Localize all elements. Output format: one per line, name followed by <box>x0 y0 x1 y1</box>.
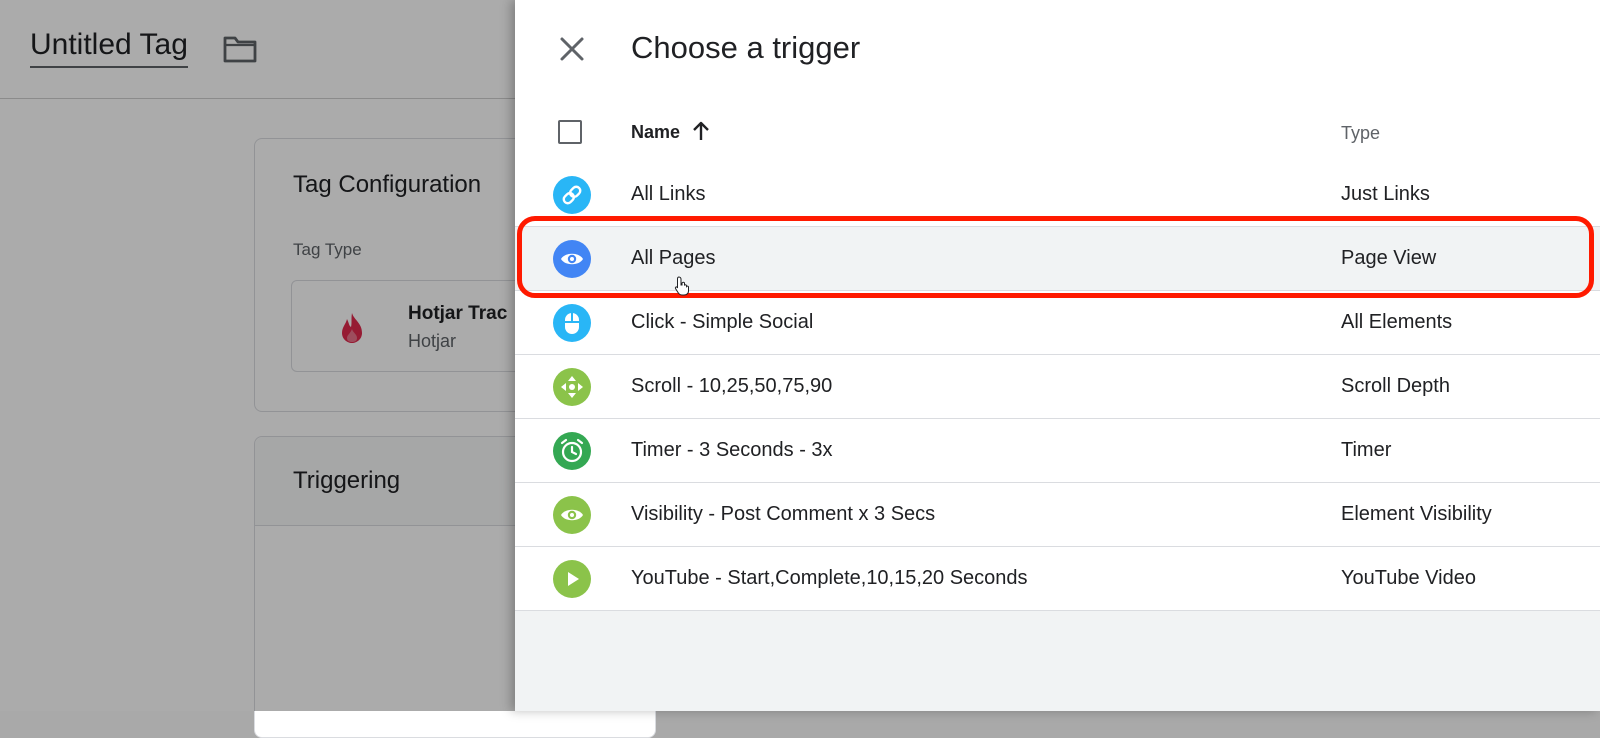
alarm-clock-icon <box>553 432 591 470</box>
move-arrows-icon <box>553 368 591 406</box>
trigger-row-timer[interactable]: Timer - 3 Seconds - 3x Timer <box>515 419 1600 483</box>
trigger-name: Scroll - 10,25,50,75,90 <box>631 375 833 397</box>
select-all-checkbox[interactable] <box>558 120 582 144</box>
eye-icon <box>553 240 591 278</box>
trigger-type: Just Links <box>1341 183 1430 205</box>
panel-title: Choose a trigger <box>631 30 861 65</box>
close-icon[interactable] <box>554 31 590 67</box>
play-icon <box>553 560 591 598</box>
panel-header: Choose a trigger <box>515 0 1600 102</box>
link-icon <box>553 176 591 214</box>
trigger-name: YouTube - Start,Complete,10,15,20 Second… <box>631 567 1028 589</box>
table-header: Name Type <box>515 102 1600 164</box>
trigger-name: Click - Simple Social <box>631 311 814 333</box>
trigger-type: All Elements <box>1341 311 1453 333</box>
trigger-name: Timer - 3 Seconds - 3x <box>631 439 833 461</box>
eye-icon <box>553 496 591 534</box>
trigger-row-visibility[interactable]: Visibility - Post Comment x 3 Secs Eleme… <box>515 483 1600 547</box>
trigger-list: All Links Just Links All Pages Page View <box>515 163 1600 611</box>
trigger-row-youtube[interactable]: YouTube - Start,Complete,10,15,20 Second… <box>515 547 1600 611</box>
hand-cursor-icon <box>674 276 689 296</box>
trigger-type: YouTube Video <box>1341 567 1476 589</box>
trigger-name: All Pages <box>631 247 716 269</box>
trigger-row-all-links[interactable]: All Links Just Links <box>515 163 1600 227</box>
trigger-type: Scroll Depth <box>1341 375 1450 397</box>
trigger-name: Visibility - Post Comment x 3 Secs <box>631 503 936 525</box>
trigger-type: Timer <box>1341 439 1392 461</box>
trigger-type: Element Visibility <box>1341 503 1492 525</box>
column-header-type[interactable]: Type <box>1341 123 1380 144</box>
column-header-name[interactable]: Name <box>631 122 680 143</box>
trigger-row-scroll[interactable]: Scroll - 10,25,50,75,90 Scroll Depth <box>515 355 1600 419</box>
trigger-name: All Links <box>631 183 706 205</box>
trigger-type: Page View <box>1341 247 1437 269</box>
mouse-icon <box>553 304 591 342</box>
sort-ascending-arrow-icon[interactable] <box>691 120 711 142</box>
trigger-row-click-simple-social[interactable]: Click - Simple Social All Elements <box>515 291 1600 355</box>
choose-trigger-panel: Choose a trigger Name Type All Links Jus… <box>515 0 1600 711</box>
